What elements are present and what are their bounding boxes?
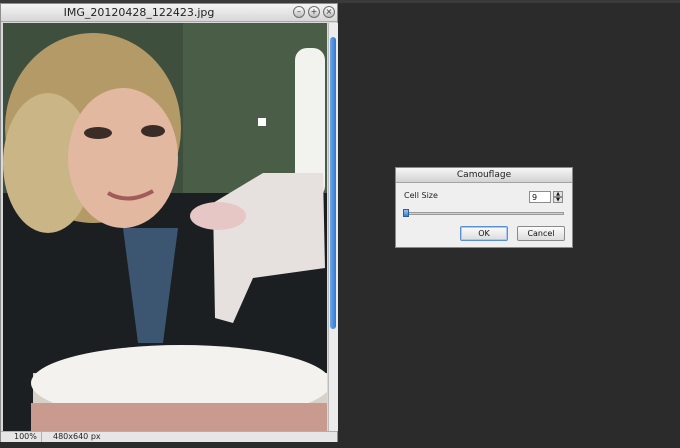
minimize-icon[interactable]: – bbox=[293, 6, 305, 18]
status-bar: 100% 480x640 px bbox=[1, 431, 337, 442]
document-title-bar[interactable]: IMG_20120428_122423.jpg – + × bbox=[1, 4, 337, 22]
scrollbar-thumb[interactable] bbox=[330, 37, 336, 329]
zoom-level[interactable]: 100% bbox=[4, 432, 42, 442]
cell-size-label: Cell Size bbox=[404, 191, 438, 200]
cell-size-slider[interactable] bbox=[404, 212, 564, 215]
cell-size-input[interactable]: 9 bbox=[529, 191, 551, 203]
photo-image bbox=[3, 23, 327, 431]
camouflage-dialog: Camouflage Cell Size 9 ▲ ▼ OK Cancel bbox=[395, 167, 573, 248]
maximize-icon[interactable]: + bbox=[308, 6, 320, 18]
cancel-button[interactable]: Cancel bbox=[517, 226, 565, 241]
close-icon[interactable]: × bbox=[323, 6, 335, 18]
image-document-window: IMG_20120428_122423.jpg – + × 100% 480x6… bbox=[0, 3, 338, 442]
vertical-scrollbar[interactable] bbox=[328, 23, 338, 431]
document-title: IMG_20120428_122423.jpg bbox=[63, 6, 215, 19]
image-dimensions: 480x640 px bbox=[53, 432, 101, 441]
ok-button[interactable]: OK bbox=[460, 226, 508, 241]
image-canvas[interactable] bbox=[3, 23, 327, 431]
spin-down-icon[interactable]: ▼ bbox=[553, 197, 563, 203]
dialog-title[interactable]: Camouflage bbox=[396, 168, 572, 183]
slider-handle[interactable] bbox=[403, 209, 409, 217]
